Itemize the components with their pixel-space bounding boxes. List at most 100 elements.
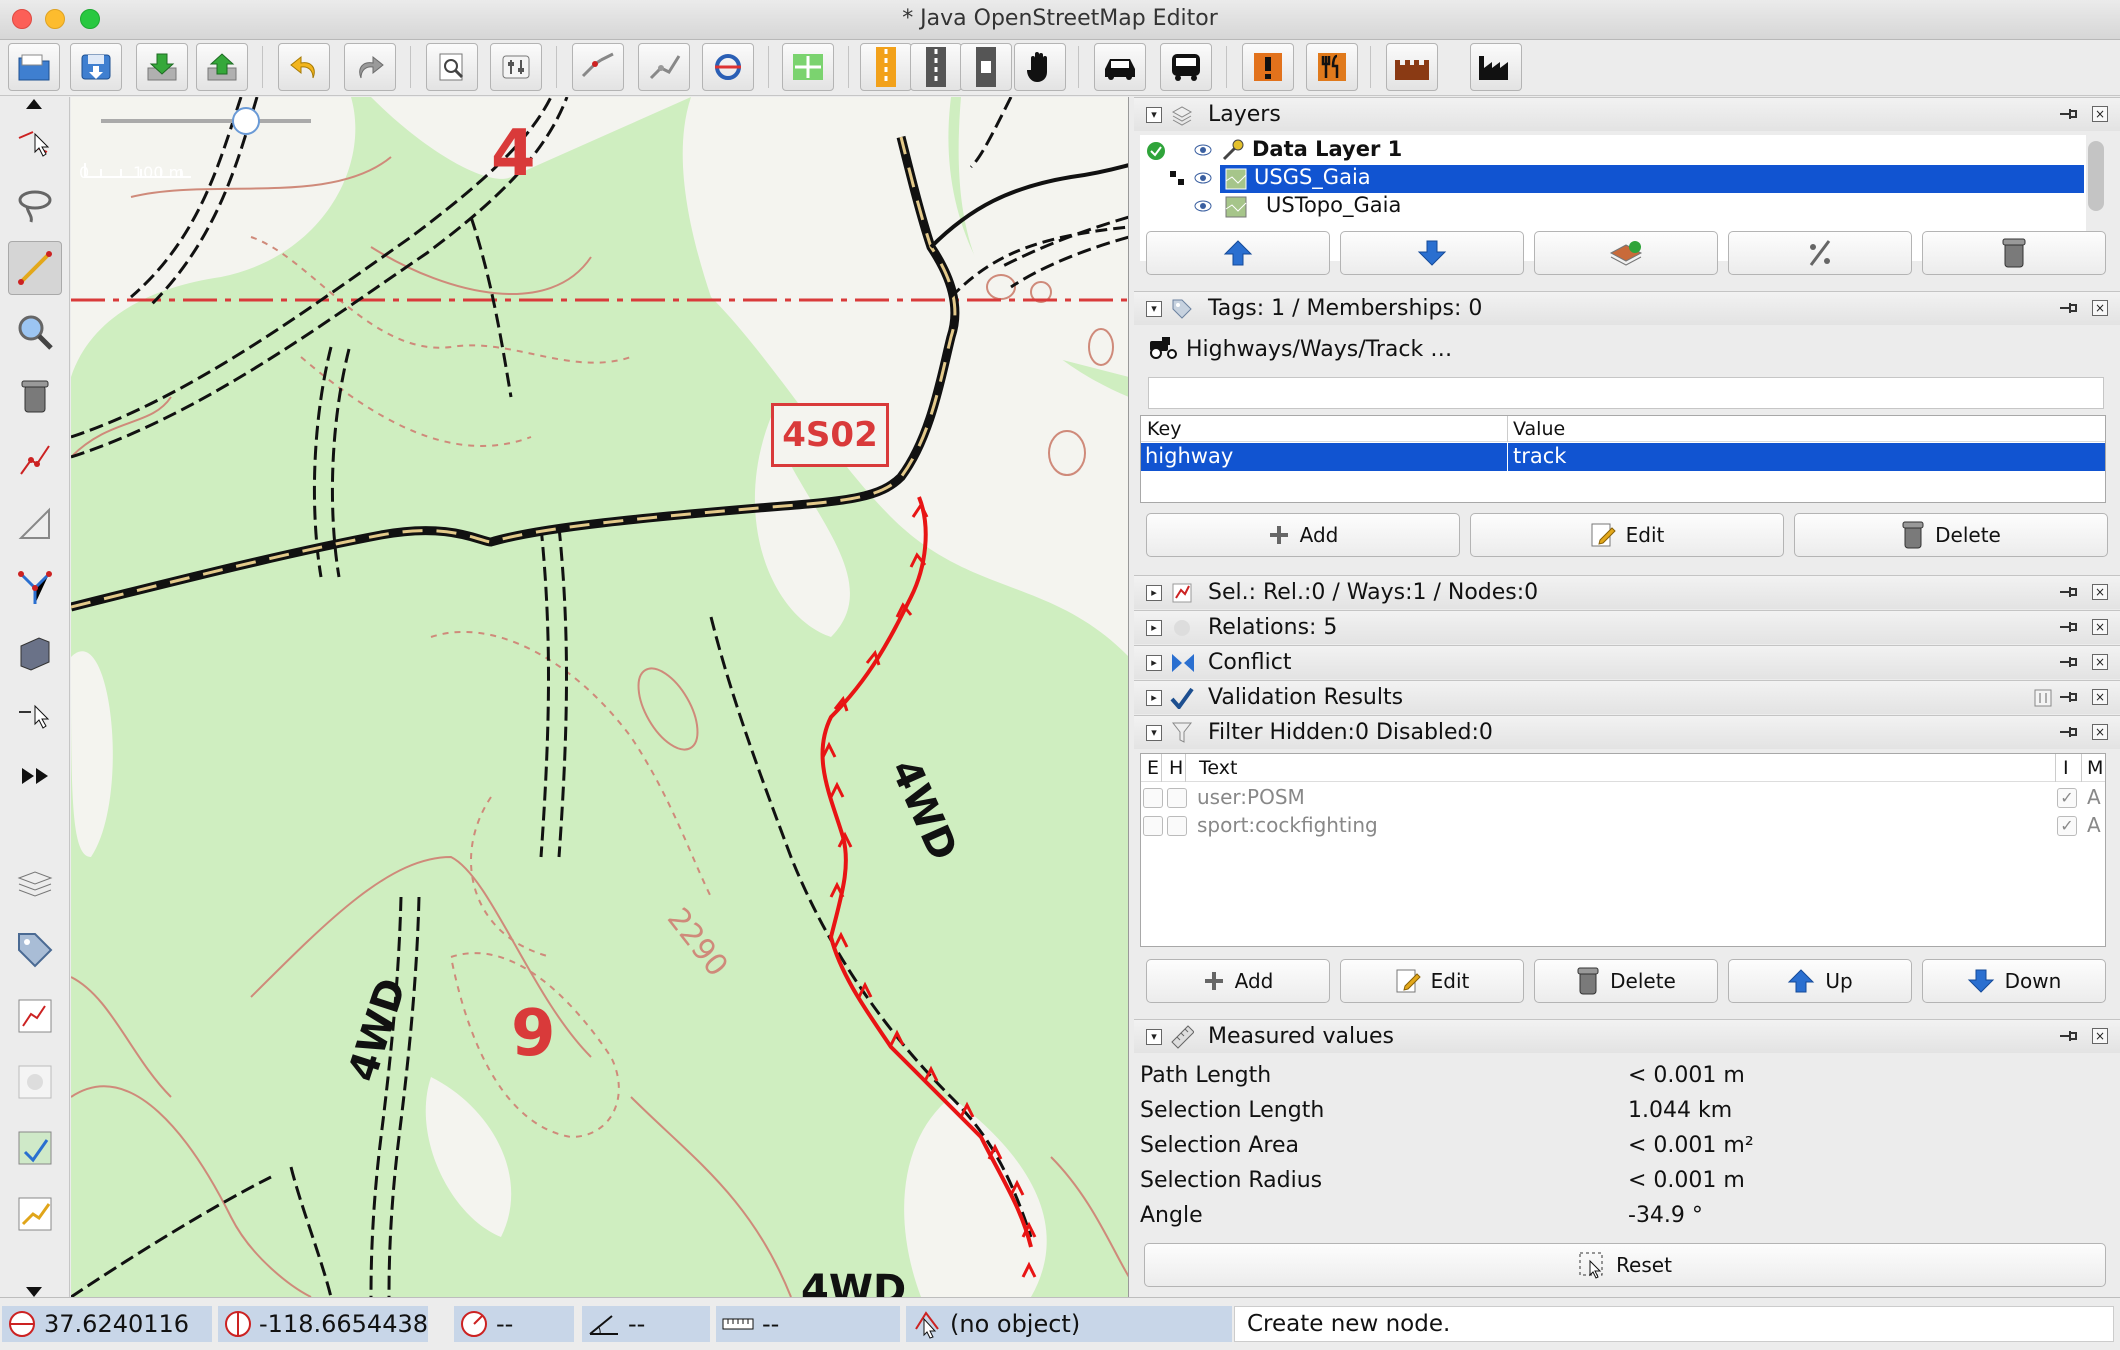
delete-filter-button[interactable]: Delete [1534, 959, 1718, 1003]
combine-way-button[interactable] [638, 43, 690, 91]
filter-hidden-checkbox[interactable] [1167, 816, 1187, 836]
edit-tag-button[interactable]: Edit [1470, 513, 1784, 557]
pin-icon[interactable] [2058, 724, 2080, 740]
pin-icon[interactable] [2058, 106, 2080, 122]
filter-enabled-checkbox[interactable] [1143, 788, 1163, 808]
lasso-tool-button[interactable] [8, 179, 62, 233]
pin-icon[interactable] [2058, 619, 2080, 635]
move-layer-up-button[interactable] [1146, 231, 1330, 275]
column-header-h[interactable]: H [1169, 757, 1183, 779]
panel-settings-icon[interactable] [2034, 689, 2052, 707]
download-button[interactable] [136, 43, 188, 91]
road-preset-button[interactable] [910, 43, 962, 91]
touch-tool-button[interactable] [8, 689, 62, 743]
add-tag-button[interactable]: Add [1146, 513, 1460, 557]
highway-preset-button[interactable] [860, 43, 912, 91]
scroll-down-icon[interactable] [26, 1287, 42, 1297]
filter-row[interactable]: user:POSM ✓ A [1141, 784, 2105, 812]
column-header-text[interactable]: Text [1199, 757, 1237, 779]
restaurant-preset-button[interactable] [1306, 43, 1358, 91]
column-header-i[interactable]: I [2063, 757, 2069, 779]
move-filter-up-button[interactable]: Up [1728, 959, 1912, 1003]
filter-inverted-checkbox[interactable]: ✓ [2057, 816, 2077, 836]
delete-tool-button[interactable] [8, 369, 62, 423]
expand-toggle[interactable]: ▸ [1146, 690, 1162, 706]
collapse-toggle[interactable]: ▾ [1146, 301, 1162, 317]
tags-panel-header[interactable]: ▾ Tags: 1 / Memberships: 0 × [1134, 291, 2120, 325]
toggle-layers-button[interactable] [8, 857, 62, 911]
close-panel-button[interactable]: × [2092, 619, 2108, 635]
upload-button[interactable] [196, 43, 248, 91]
industry-preset-button[interactable] [1470, 43, 1522, 91]
scroll-up-icon[interactable] [26, 99, 42, 109]
delete-tag-button[interactable]: Delete [1794, 513, 2108, 557]
toggle-validation-button[interactable] [8, 1187, 62, 1241]
tag-row[interactable]: highway track [1141, 443, 2105, 471]
open-file-button[interactable] [8, 43, 60, 91]
layers-panel-header[interactable]: ▾ Layers × [1134, 97, 2120, 131]
filter-hidden-checkbox[interactable] [1167, 788, 1187, 808]
pin-icon[interactable] [2058, 689, 2080, 705]
selection-panel-header[interactable]: ▸ Sel.: Rel.:0 / Ways:1 / Nodes:0 × [1134, 575, 2120, 609]
visibility-eye-icon[interactable] [1194, 199, 1212, 213]
parallel-tool-button[interactable] [8, 433, 62, 487]
measured-panel-header[interactable]: ▾ Measured values × [1134, 1019, 2120, 1053]
split-tool-button[interactable] [8, 561, 62, 615]
extrude-tool-button[interactable] [8, 625, 62, 679]
pan-hand-button[interactable] [1014, 43, 1066, 91]
add-filter-button[interactable]: Add [1146, 959, 1330, 1003]
reverse-way-button[interactable] [702, 43, 754, 91]
close-panel-button[interactable]: × [2092, 300, 2108, 316]
column-header-e[interactable]: E [1147, 757, 1159, 779]
close-panel-button[interactable]: × [2092, 1028, 2108, 1044]
pin-icon[interactable] [2058, 654, 2080, 670]
key-column-header[interactable]: Key [1147, 418, 1181, 440]
column-header-m[interactable]: M [2087, 757, 2103, 779]
redo-button[interactable] [344, 43, 396, 91]
close-panel-button[interactable]: × [2092, 584, 2108, 600]
filter-enabled-checkbox[interactable] [1143, 816, 1163, 836]
toggle-selection-button[interactable] [8, 989, 62, 1043]
close-panel-button[interactable]: × [2092, 724, 2108, 740]
car-preset-button[interactable] [1094, 43, 1146, 91]
relations-panel-header[interactable]: ▸ Relations: 5 × [1134, 610, 2120, 644]
zoom-to-data-button[interactable] [426, 43, 478, 91]
preferences-button[interactable] [490, 43, 542, 91]
move-layer-down-button[interactable] [1340, 231, 1524, 275]
zoom-selection-button[interactable] [782, 43, 834, 91]
visibility-eye-icon[interactable] [1194, 143, 1212, 157]
filter-panel-header[interactable]: ▾ Filter Hidden:0 Disabled:0 × [1134, 715, 2120, 749]
tag-search-input[interactable] [1148, 377, 2104, 409]
pin-icon[interactable] [2058, 584, 2080, 600]
collapse-toggle[interactable]: ▾ [1146, 725, 1162, 741]
undo-button[interactable] [278, 43, 330, 91]
layer-list-scrollbar[interactable] [2088, 141, 2104, 211]
topo-map-canvas[interactable] [71, 97, 1129, 1297]
layer-row[interactable]: USTopo_Gaia [1140, 193, 2086, 221]
toggle-tags-button[interactable] [8, 923, 62, 977]
draw-tool-button[interactable] [8, 241, 62, 295]
close-panel-button[interactable]: × [2092, 654, 2108, 670]
edit-filter-button[interactable]: Edit [1340, 959, 1524, 1003]
filter-inverted-checkbox[interactable]: ✓ [2057, 788, 2077, 808]
move-filter-down-button[interactable]: Down [1922, 959, 2106, 1003]
reset-measurement-button[interactable]: Reset [1144, 1243, 2106, 1287]
conflict-panel-header[interactable]: ▸ Conflict × [1134, 645, 2120, 679]
pin-icon[interactable] [2058, 1028, 2080, 1044]
select-tool-button[interactable] [8, 117, 62, 171]
close-panel-button[interactable]: × [2092, 106, 2108, 122]
layer-row[interactable]: USGS_Gaia [1140, 165, 2086, 193]
save-button[interactable] [70, 43, 122, 91]
toggle-relations-button[interactable] [8, 1055, 62, 1109]
expand-toggle[interactable]: ▸ [1146, 585, 1162, 601]
expand-toggle[interactable]: ▸ [1146, 620, 1162, 636]
castle-preset-button[interactable] [1386, 43, 1438, 91]
map-view[interactable]: 0 100 m 4 9 4S02 4WD 4WD 4WD 2290 [71, 97, 1129, 1297]
visibility-eye-icon[interactable] [1194, 171, 1212, 185]
filter-row[interactable]: sport:cockfighting ✓ A [1141, 812, 2105, 840]
value-column-header[interactable]: Value [1513, 418, 1565, 440]
collapse-toggle[interactable]: ▾ [1146, 1029, 1162, 1045]
zoom-tool-button[interactable] [8, 305, 62, 359]
pin-icon[interactable] [2058, 300, 2080, 316]
improve-way-tool-button[interactable] [8, 497, 62, 551]
